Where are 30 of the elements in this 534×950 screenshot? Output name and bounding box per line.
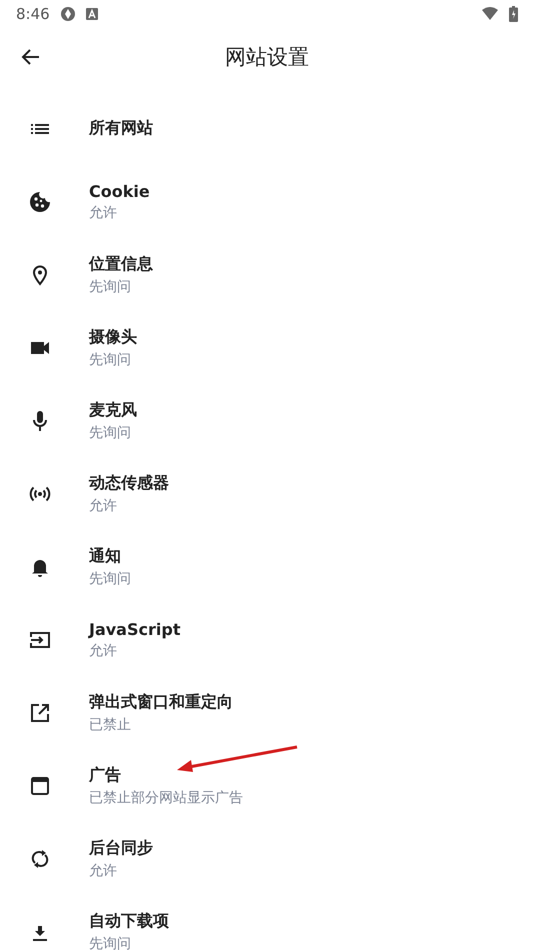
notification-icon — [86, 8, 98, 20]
setting-summary: 允许 — [89, 642, 117, 660]
setting-title[interactable]: 摄像头 — [89, 326, 137, 348]
status-time: 8:46 — [16, 5, 50, 23]
setting-title[interactable]: 后台同步 — [89, 838, 153, 858]
setting-summary: 先询问 — [89, 934, 131, 950]
setting-summary: 已禁止部分网站显示广告 — [89, 788, 243, 806]
setting-summary: 允许 — [89, 204, 117, 222]
setting-summary: 先询问 — [89, 424, 131, 442]
battery-icon — [509, 6, 518, 22]
setting-title[interactable]: 所有网站 — [89, 118, 153, 139]
setting-summary: 已禁止 — [89, 716, 131, 734]
setting-title[interactable]: 广告 — [89, 764, 121, 786]
setting-title[interactable]: 自动下载项 — [89, 910, 169, 932]
setting-summary: 先询问 — [89, 278, 131, 296]
setting-summary: 允许 — [89, 862, 117, 880]
wifi-icon — [481, 7, 499, 21]
setting-title[interactable]: JavaScript — [89, 620, 180, 638]
setting-title[interactable]: 位置信息 — [89, 254, 153, 274]
setting-title[interactable]: 通知 — [89, 546, 121, 566]
setting-summary: 允许 — [89, 496, 117, 514]
app-notification-icon — [60, 6, 76, 22]
setting-summary: 先询问 — [89, 350, 131, 368]
setting-title[interactable]: Cookie — [89, 182, 150, 200]
cookie-icon — [28, 190, 52, 214]
setting-title[interactable]: 弹出式窗口和重定向 — [89, 692, 233, 712]
setting-title[interactable]: 麦克风 — [89, 400, 137, 420]
setting-summary: 先询问 — [89, 570, 131, 588]
page-title: 网站设置 — [225, 44, 309, 71]
setting-title[interactable]: 动态传感器 — [89, 472, 169, 494]
